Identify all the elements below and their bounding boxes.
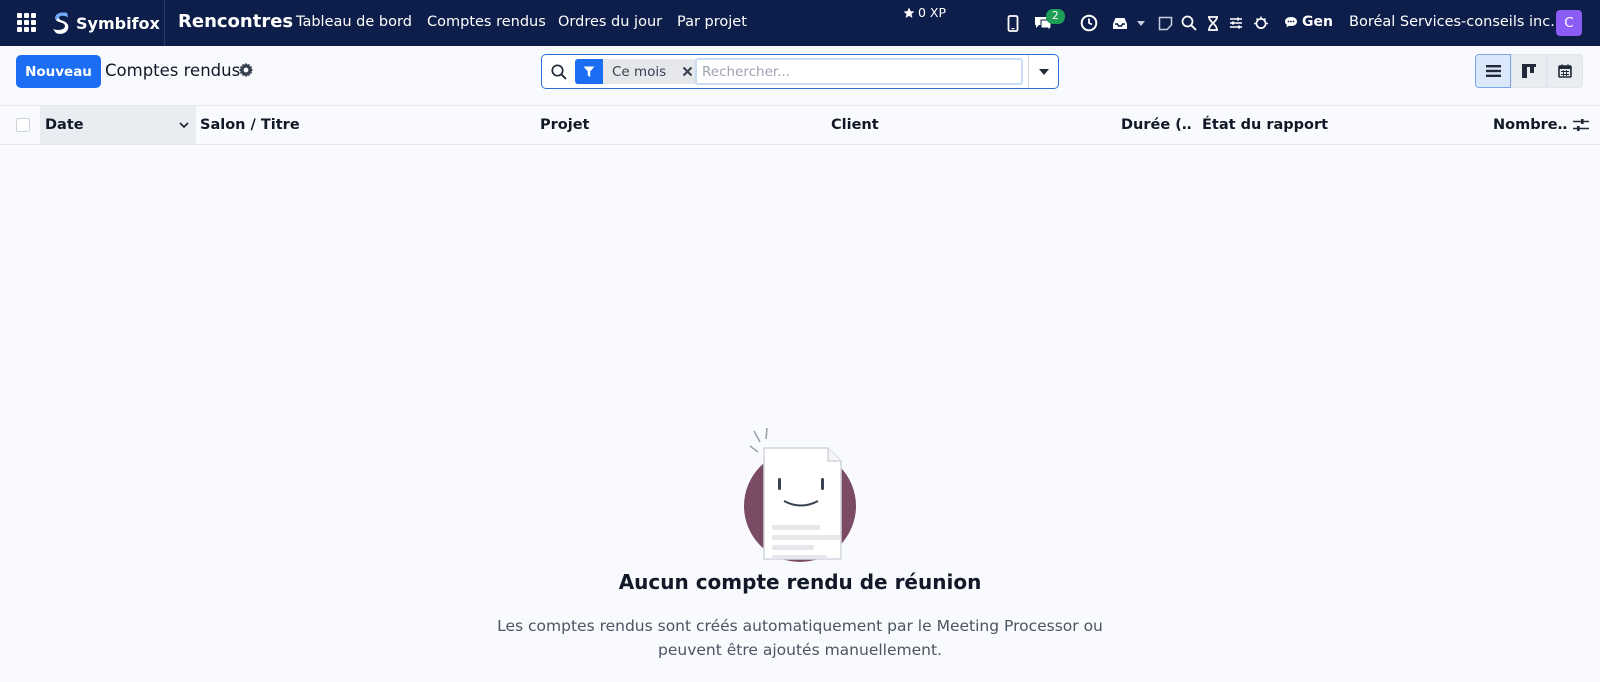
clock-icon[interactable] bbox=[1079, 13, 1099, 33]
column-date-label: Date bbox=[45, 117, 84, 133]
search-bar: Ce mois bbox=[541, 54, 1059, 89]
calendar-view-button[interactable] bbox=[1547, 54, 1583, 88]
view-switcher bbox=[1475, 54, 1583, 88]
star-icon bbox=[903, 7, 915, 18]
search-icon[interactable] bbox=[1179, 13, 1199, 33]
list-icon bbox=[1485, 65, 1501, 77]
filter-icon bbox=[575, 59, 603, 84]
chat-bubble-icon bbox=[1285, 17, 1297, 28]
caret-down-icon bbox=[1038, 68, 1049, 75]
ai-assistant-button[interactable]: Gen bbox=[1284, 14, 1333, 30]
column-etat-du-rapport[interactable]: État du rapport bbox=[1202, 106, 1462, 144]
navbar-divider bbox=[164, 0, 165, 46]
search-options-toggle[interactable] bbox=[1028, 55, 1058, 88]
column-salon-titre[interactable]: Salon / Titre bbox=[200, 106, 530, 144]
chevron-down-icon bbox=[179, 122, 189, 129]
brand-logo[interactable]: Symbifox bbox=[50, 9, 160, 37]
user-avatar[interactable]: C bbox=[1556, 10, 1582, 36]
empty-state-title: Aucun compte rendu de réunion bbox=[618, 570, 982, 594]
mobile-icon[interactable] bbox=[1003, 13, 1023, 33]
menu-tableau-de-bord[interactable]: Tableau de bord bbox=[296, 14, 412, 30]
inbox-icon[interactable] bbox=[1110, 13, 1130, 33]
menu-ordres-du-jour[interactable]: Ordres du jour bbox=[558, 14, 662, 30]
column-nombre[interactable]: Nombre… bbox=[1493, 106, 1568, 144]
menu-comptes-rendus[interactable]: Comptes rendus bbox=[427, 14, 546, 30]
messages-badge: 2 bbox=[1046, 9, 1065, 24]
search-input[interactable] bbox=[695, 58, 1023, 85]
facet-label: Ce mois bbox=[603, 59, 675, 84]
column-duree[interactable]: Durée (… bbox=[1121, 106, 1191, 144]
list-view-button[interactable] bbox=[1475, 54, 1511, 88]
apps-grid-icon[interactable] bbox=[17, 13, 36, 32]
ai-assistant-label: Gen bbox=[1302, 14, 1333, 30]
menu-par-projet[interactable]: Par projet bbox=[677, 14, 747, 30]
note-icon[interactable] bbox=[1155, 13, 1175, 33]
bug-icon[interactable] bbox=[1251, 13, 1271, 33]
symbifox-logo-icon bbox=[53, 12, 69, 34]
column-date[interactable]: Date bbox=[40, 106, 196, 144]
caret-down-icon[interactable] bbox=[1135, 13, 1147, 33]
select-all-checkbox[interactable] bbox=[16, 118, 30, 132]
kanban-icon bbox=[1522, 64, 1536, 78]
list-header: Date Salon / Titre Projet Client Durée (… bbox=[0, 105, 1600, 145]
search-facet[interactable]: Ce mois bbox=[575, 59, 701, 84]
xp-counter[interactable]: 0 XP bbox=[903, 5, 946, 20]
xp-value: 0 XP bbox=[918, 5, 947, 20]
gear-icon[interactable] bbox=[238, 62, 256, 80]
top-navbar: Symbifox Rencontres Tableau de bord Comp… bbox=[0, 0, 1600, 46]
empty-state-description: Les comptes rendus sont créés automatiqu… bbox=[497, 617, 1103, 659]
brand-name: Symbifox bbox=[76, 13, 160, 33]
kanban-view-button[interactable] bbox=[1511, 54, 1547, 88]
calendar-icon bbox=[1558, 64, 1572, 78]
sliders-icon[interactable] bbox=[1226, 13, 1246, 33]
optional-columns-icon[interactable] bbox=[1572, 117, 1590, 133]
page-title: Comptes rendus bbox=[105, 61, 241, 80]
search-icon bbox=[551, 64, 567, 80]
company-switcher[interactable]: Boréal Services-conseils inc. bbox=[1349, 14, 1555, 30]
app-name[interactable]: Rencontres bbox=[178, 11, 293, 32]
empty-state-illustration bbox=[744, 428, 856, 562]
column-projet[interactable]: Projet bbox=[540, 106, 820, 144]
hourglass-icon[interactable] bbox=[1203, 13, 1223, 33]
new-button[interactable]: Nouveau bbox=[16, 55, 101, 88]
column-client[interactable]: Client bbox=[831, 106, 1111, 144]
